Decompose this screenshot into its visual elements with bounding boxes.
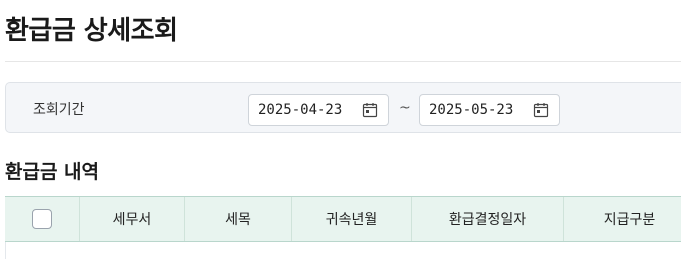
end-date-input[interactable]: 2025-05-23	[419, 94, 560, 126]
column-header-tax-office[interactable]: 세무서	[80, 197, 185, 241]
select-all-checkbox[interactable]	[32, 209, 52, 229]
refund-detail-page: 환급금 상세조회 조회기간 2025-04-23 ~ 2025-05-23 환급…	[0, 0, 681, 259]
column-header-payment-type[interactable]: 지급구분	[564, 197, 681, 241]
calendar-icon[interactable]	[533, 102, 549, 118]
start-date-input[interactable]: 2025-04-23	[248, 94, 389, 126]
column-header-refund-decision-date[interactable]: 환급결정일자	[412, 197, 564, 241]
table-body	[5, 242, 681, 259]
period-label: 조회기간	[33, 102, 85, 118]
select-all-cell	[5, 197, 80, 241]
date-range-separator: ~	[399, 100, 411, 116]
column-header-tax-item[interactable]: 세목	[185, 197, 292, 241]
start-date-value: 2025-04-23	[258, 102, 343, 118]
title-divider	[5, 61, 681, 62]
refund-table: 세무서 세목 귀속년월 환급결정일자 지급구분	[5, 196, 681, 259]
calendar-icon[interactable]	[362, 102, 378, 118]
column-header-attribution-month[interactable]: 귀속년월	[292, 197, 412, 241]
end-date-value: 2025-05-23	[429, 102, 514, 118]
search-period-filter: 조회기간 2025-04-23 ~ 2025-05-23	[5, 82, 681, 133]
page-title: 환급금 상세조회	[5, 16, 178, 46]
section-title: 환급금 내역	[5, 161, 100, 183]
table-header: 세무서 세목 귀속년월 환급결정일자 지급구분	[5, 197, 681, 242]
